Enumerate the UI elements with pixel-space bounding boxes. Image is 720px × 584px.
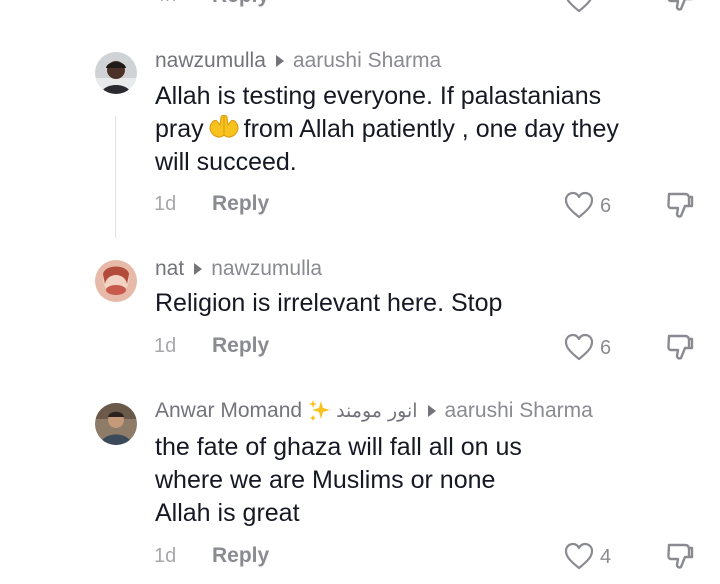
reply-button[interactable]: Reply — [212, 0, 269, 8]
comment-line-suffix: from Allah patiently , one day they — [243, 115, 619, 143]
thumbs-down-icon[interactable] — [664, 331, 696, 363]
comment-header: nawzumulla aarushi Sharma — [155, 48, 441, 74]
reply-to-username[interactable]: aarushi Sharma — [293, 48, 441, 74]
comment-line: Allah is great — [155, 499, 300, 527]
triangle-right-icon — [194, 263, 203, 275]
comment-text: Religion is irrelevant here. Stop — [155, 287, 695, 320]
comment-time: 1d — [154, 545, 177, 567]
comment-line: Religion is irrelevant here. Stop — [155, 289, 503, 317]
triangle-right-icon — [275, 55, 284, 67]
thread-line — [115, 116, 116, 238]
reply-button[interactable]: Reply — [212, 192, 269, 216]
reply-to-username[interactable]: nawzumulla — [211, 256, 322, 282]
comment-line: will succeed. — [155, 148, 297, 176]
reply-to-username[interactable]: aarushi Sharma — [445, 398, 593, 424]
comment-username[interactable]: nawzumulla — [155, 48, 266, 74]
avatar[interactable] — [95, 52, 137, 94]
thumbs-down-icon[interactable] — [664, 540, 696, 572]
previous-comment-actions: 4h Reply — [0, 0, 720, 14]
comment-username[interactable]: Anwar Momand — [155, 398, 302, 424]
comment-text: Allah is testing everyone. If palastania… — [155, 80, 695, 179]
heart-outline-icon[interactable] — [563, 0, 595, 14]
heart-outline-icon[interactable] — [563, 541, 595, 571]
triangle-right-icon — [427, 405, 436, 417]
comment-header: nat nawzumulla — [155, 256, 322, 282]
reply-button[interactable]: Reply — [212, 334, 269, 358]
heart-outline-icon[interactable] — [563, 332, 595, 362]
reply-button[interactable]: Reply — [212, 544, 269, 568]
avatar[interactable] — [95, 260, 137, 302]
thumbs-down-icon[interactable] — [664, 0, 696, 14]
comment-username[interactable]: nat — [155, 256, 184, 282]
like-count: 6 — [600, 337, 612, 359]
avatar[interactable] — [95, 403, 137, 445]
comment-line: where we are Muslims or none — [155, 466, 496, 494]
comment-text: the fate of ghaza will fall all on us wh… — [155, 431, 695, 530]
like-count: 6 — [600, 195, 612, 217]
comment-header: Anwar Momand انور مومند aarushi Sharma — [155, 398, 593, 424]
palms-up-emoji — [209, 115, 239, 138]
comment-username-rtl[interactable]: انور مومند — [336, 398, 417, 424]
sparkles-emoji — [309, 400, 331, 421]
comment-line: the fate of ghaza will fall all on us — [155, 433, 522, 461]
comment-line: Allah is testing everyone. If palastania… — [155, 82, 602, 110]
comment-time: 4h — [154, 0, 176, 7]
heart-outline-icon[interactable] — [563, 190, 595, 220]
like-count: 4 — [600, 546, 612, 568]
comment-time: 1d — [154, 193, 177, 215]
thumbs-down-icon[interactable] — [664, 189, 696, 221]
comment-line: pray from Allah patiently , one day they — [155, 113, 695, 146]
comment-time: 1d — [154, 335, 177, 357]
comment-line-prefix: pray — [155, 115, 204, 143]
